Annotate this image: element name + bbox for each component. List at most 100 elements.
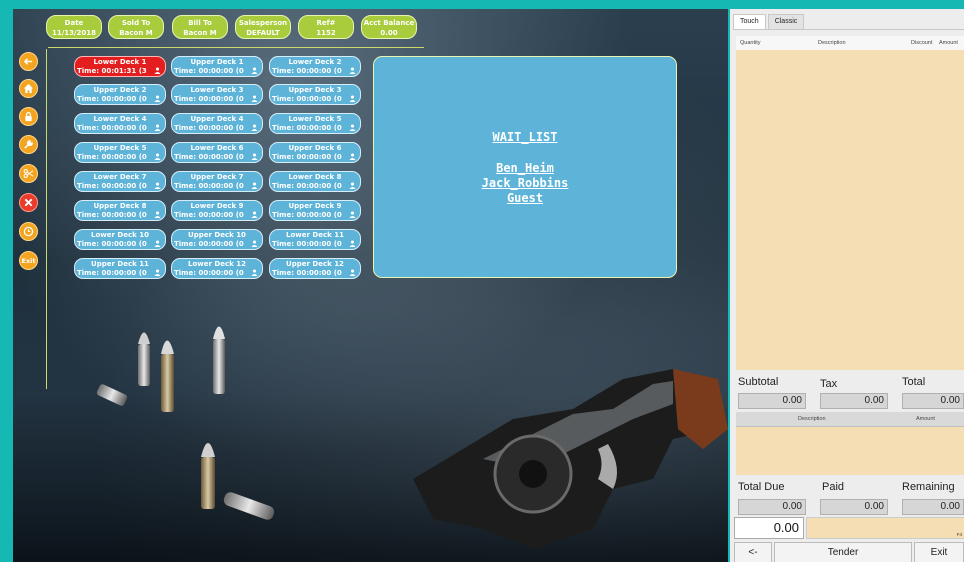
close-icon [24,198,33,207]
person-icon [349,269,356,276]
person-icon [349,182,356,189]
person-icon [251,269,258,276]
table-button[interactable]: Upper Deck 4 Time: 00:00:00 (0 [171,113,263,134]
back-button[interactable] [19,52,38,71]
table-button[interactable]: Lower Deck 6 Time: 00:00:00 (0 [171,142,263,163]
table-button[interactable]: Lower Deck 10 Time: 00:00:00 (0 [74,229,166,250]
bill-to-pill[interactable]: Bill To Bacon M [172,15,228,39]
person-icon [251,124,258,131]
exit-button[interactable]: Exit [914,542,964,562]
lock-button[interactable] [19,107,38,126]
cancel-button[interactable] [19,193,38,212]
person-icon [349,67,356,74]
total-due-label: Total Due [738,481,785,493]
table-button[interactable]: Upper Deck 6 Time: 00:00:00 (0 [269,142,361,163]
tab-classic[interactable]: Classic [767,14,805,29]
person-icon [251,153,258,160]
hotkey-hint: F4 [956,532,962,537]
timer-button[interactable] [19,222,38,241]
order-table-header: Quantity Description Discount Amount [736,36,964,51]
table-button[interactable]: Lower Deck 3 Time: 00:00:00 (0 [171,84,263,105]
table-button[interactable]: Upper Deck 9 Time: 00:00:00 (0 [269,200,361,221]
pos-tabs: Touch Classic [733,14,806,29]
split-button[interactable] [19,164,38,183]
table-button[interactable]: Upper Deck 10 Time: 00:00:00 (0 [171,229,263,250]
table-button[interactable]: Lower Deck 11 Time: 00:00:00 (0 [269,229,361,250]
wrench-icon [24,140,33,149]
backspace-button[interactable]: <- [734,542,772,562]
wait-list-item[interactable]: Ben_Heim [374,161,676,176]
tab-touch[interactable]: Touch [733,14,766,29]
person-icon [154,67,161,74]
person-icon [154,269,161,276]
lock-icon [25,112,32,122]
table-button[interactable]: Upper Deck 5 Time: 00:00:00 (0 [74,142,166,163]
person-icon [154,153,161,160]
person-icon [154,95,161,102]
header-divider [48,47,424,48]
table-button[interactable]: Lower Deck 4 Time: 00:00:00 (0 [74,113,166,134]
table-button[interactable]: Upper Deck 1 Time: 00:00:00 (0 [171,56,263,77]
tender-list[interactable] [736,427,964,475]
salesperson-pill[interactable]: Salesperson DEFAULT [235,15,291,39]
order-items-list[interactable] [736,50,964,370]
table-button[interactable]: Lower Deck 12 Time: 00:00:00 (0 [171,258,263,279]
wait-list-panel: WAIT_LIST Ben_Heim Jack_Robbins Guest [373,56,677,278]
table-button[interactable]: Lower Deck 7 Time: 00:00:00 (0 [74,171,166,192]
tender-table-header: Description Amount [736,412,964,427]
tender-button[interactable]: Tender [774,542,912,562]
column-tender-description: Description [798,416,826,422]
column-description: Description [818,40,846,46]
tax-label: Tax [820,378,838,390]
total-label: Total [902,376,926,388]
wait-list: Ben_Heim Jack_Robbins Guest [374,161,676,206]
person-icon [349,153,356,160]
scissors-icon [23,169,34,178]
person-icon [349,124,356,131]
table-button[interactable]: Upper Deck 12 Time: 00:00:00 (0 [269,258,361,279]
pos-panel: Touch Classic Quantity Description Disco… [730,9,964,562]
person-icon [349,240,356,247]
table-button[interactable]: Lower Deck 9 Time: 00:00:00 (0 [171,200,263,221]
wait-list-item[interactable]: Jack_Robbins [374,176,676,191]
remaining-value: 0.00 [902,499,964,515]
note-field[interactable]: F4 [806,517,964,539]
main-area: Date 11/13/2018 Sold To Bacon M Bill To Bac… [13,9,728,562]
subtotal-value: 0.00 [738,393,806,409]
person-icon [251,240,258,247]
paid-label: Paid [822,481,845,493]
tax-value: 0.00 [820,393,888,409]
subtotal-label: Subtotal [738,376,779,388]
settings-button[interactable] [19,135,38,154]
ref-number-pill[interactable]: Ref# 1152 [298,15,354,39]
table-button[interactable]: Upper Deck 8 Time: 00:00:00 (0 [74,200,166,221]
person-icon [349,211,356,218]
person-icon [251,67,258,74]
home-button[interactable] [19,79,38,98]
person-icon [154,124,161,131]
table-button[interactable]: Lower Deck 5 Time: 00:00:00 (0 [269,113,361,134]
person-icon [154,240,161,247]
clock-icon [23,226,34,237]
exit-side-button[interactable]: Exit [19,251,38,270]
amount-entry-field[interactable]: 0.00 [734,517,804,539]
total-due-value: 0.00 [738,499,806,515]
table-button[interactable]: Upper Deck 3 Time: 00:00:00 (0 [269,84,361,105]
tab-divider [733,29,964,30]
date-pill[interactable]: Date 11/13/2018 [46,15,102,39]
table-button[interactable]: Upper Deck 7 Time: 00:00:00 (0 [171,171,263,192]
sold-to-pill[interactable]: Sold To Bacon M [108,15,164,39]
table-button[interactable]: Upper Deck 2 Time: 00:00:00 (0 [74,84,166,105]
account-balance-pill[interactable]: Acct Balance 0.00 [361,15,417,39]
remaining-label: Remaining [902,481,955,493]
wait-list-item[interactable]: Guest [374,191,676,206]
table-button[interactable]: Lower Deck 8 Time: 00:00:00 (0 [269,171,361,192]
table-button[interactable]: Lower Deck 2 Time: 00:00:00 (0 [269,56,361,77]
column-tender-amount: Amount [916,416,935,422]
back-arrow-icon [23,58,33,65]
table-button[interactable]: Lower Deck 1 Time: 00:01:31 (3 [74,56,166,77]
home-icon [23,83,34,94]
person-icon [154,182,161,189]
table-button[interactable]: Upper Deck 11 Time: 00:00:00 (0 [74,258,166,279]
paid-value: 0.00 [820,499,888,515]
